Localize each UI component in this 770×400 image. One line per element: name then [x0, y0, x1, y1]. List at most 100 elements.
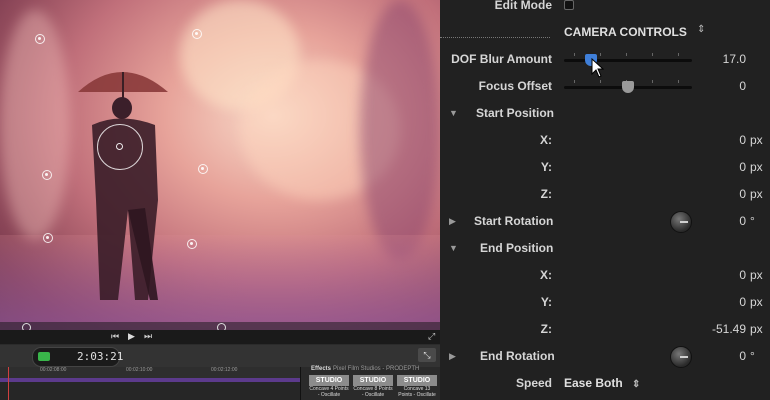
start-x-unit: px [750, 133, 763, 147]
play-icon[interactable]: ▶ [128, 331, 135, 342]
go-to-end-icon[interactable]: ⏭ [144, 331, 152, 342]
focus-offset-row: Focus Offset 0 [440, 77, 770, 97]
effect-thumbnail[interactable]: STUDIO Concave 13 Points - Oscillate [397, 375, 437, 400]
effects-breadcrumb: Pixel Film Studios - PRODEPTH [333, 366, 420, 372]
start-rotation-unit: ° [750, 214, 755, 228]
timecode-indicator-icon [38, 352, 50, 361]
playback-bar [0, 330, 440, 344]
camera-path-handle[interactable] [198, 164, 208, 174]
start-rotation-row: ▶ Start Rotation 0 ° [440, 211, 770, 233]
go-to-start-icon[interactable]: ⏮ [111, 331, 119, 342]
slider-knob[interactable] [622, 81, 634, 93]
dof-blur-label: DOF Blur Amount [451, 52, 552, 66]
start-x-value[interactable]: 0 [739, 133, 746, 147]
start-rotation-value[interactable]: 0 [739, 214, 746, 228]
disclosure-closed-icon[interactable]: ▶ [449, 351, 456, 362]
start-z-value[interactable]: 0 [739, 187, 746, 201]
camera-path-handle[interactable] [43, 233, 53, 243]
disclosure-closed-icon[interactable]: ▶ [449, 216, 456, 227]
end-y-label: Y: [540, 295, 552, 309]
effects-tab[interactable]: Effects [311, 366, 331, 372]
start-position-row[interactable]: ▼ Start Position [440, 104, 770, 124]
end-z-unit: px [750, 322, 763, 336]
effects-browser: Effects Pixel Film Studios - PRODEPTH ST… [300, 366, 441, 400]
start-y-label: Y: [540, 160, 552, 174]
end-x-row: X: 0 px [440, 266, 770, 286]
end-rotation-value[interactable]: 0 [739, 349, 746, 363]
video-viewer[interactable] [0, 0, 440, 330]
timecode-display[interactable]: 2:03:21 [32, 347, 124, 367]
end-z-row: Z: -51.49 px [440, 320, 770, 340]
focus-offset-slider[interactable] [564, 80, 692, 93]
end-y-row: Y: 0 px [440, 293, 770, 313]
rotate-handle-icon[interactable] [217, 323, 226, 330]
couple-with-umbrella-image [78, 72, 168, 300]
inspector-panel: Edit Mode CAMERA CONTROLS ⇕ DOF Blur Amo… [440, 0, 770, 400]
timeline-area: ⏮ ▶ ⏭ ⤢ 2:03:21 ⤡ 00:02:08:00 00:02:10:0… [0, 330, 441, 400]
popup-arrows-icon: ⇕ [632, 379, 641, 390]
ruler-label: 00:02:08:00 [40, 367, 67, 373]
timeline-ruler[interactable]: 00:02:08:00 00:02:10:00 00:02:12:00 [0, 367, 300, 400]
popup-arrows-icon: ⇕ [697, 24, 706, 35]
camera-path-handle[interactable] [42, 170, 52, 180]
effect-thumbnail[interactable]: STUDIO Concave 4 Points - Oscillate [309, 375, 349, 400]
end-y-unit: px [750, 295, 763, 309]
focus-offset-value[interactable]: 0 [739, 79, 746, 93]
end-z-value[interactable]: -51.49 [712, 322, 746, 336]
end-x-unit: px [750, 268, 763, 282]
start-z-label: Z: [540, 187, 552, 201]
edit-mode-row: Edit Mode [440, 0, 770, 16]
start-y-value[interactable]: 0 [739, 160, 746, 174]
end-rotation-unit: ° [750, 349, 755, 363]
fullscreen-icon[interactable]: ⤢ [428, 331, 435, 342]
disclosure-open-icon[interactable]: ▼ [449, 243, 458, 253]
effect-name: Concave 4 Points - Oscillate [309, 386, 349, 398]
mouse-cursor-icon [591, 58, 605, 78]
rotate-handle-icon[interactable] [22, 323, 31, 330]
timeline-clip[interactable] [0, 378, 300, 382]
effect-name: Concave 13 Points - Oscillate [398, 386, 436, 398]
dof-blur-row: DOF Blur Amount 17.0 [440, 50, 770, 78]
tools-menu-button[interactable]: ⤡ [418, 348, 436, 362]
section-title: CAMERA CONTROLS [564, 25, 687, 39]
end-y-value[interactable]: 0 [739, 295, 746, 309]
edit-mode-checkbox[interactable] [564, 0, 574, 10]
focus-point-handle[interactable] [97, 124, 143, 170]
effect-thumbnail-image: STUDIO [353, 375, 393, 386]
speed-row: Speed Ease Both ⇕ [440, 374, 770, 394]
end-rotation-dial[interactable] [670, 346, 692, 368]
camera-path-handle[interactable] [192, 29, 202, 39]
start-position-label: Start Position [476, 106, 555, 120]
effect-thumbnail[interactable]: STUDIO Concave 8 Points - Oscillate [353, 375, 393, 400]
timecode-value: 2:03:21 [77, 350, 124, 363]
start-y-unit: px [750, 160, 763, 174]
end-x-label: X: [540, 268, 552, 282]
focus-offset-label: Focus Offset [478, 79, 552, 93]
speed-popup[interactable]: Ease Both ⇕ [564, 376, 640, 390]
effect-thumbnail-image: STUDIO [397, 375, 437, 386]
end-position-row[interactable]: ▼ End Position [440, 239, 770, 259]
start-x-label: X: [540, 133, 552, 147]
end-rotation-row: ▶ End Rotation 0 ° [440, 346, 770, 368]
camera-path-handle[interactable] [35, 34, 45, 44]
start-x-row: X: 0 px [440, 131, 770, 151]
disclosure-open-icon[interactable]: ▼ [449, 108, 458, 118]
dof-blur-value[interactable]: 17.0 [723, 52, 746, 66]
camera-controls-popup[interactable]: CAMERA CONTROLS ⇕ [440, 23, 770, 43]
start-z-row: Z: 0 px [440, 185, 770, 205]
end-x-value[interactable]: 0 [739, 268, 746, 282]
end-rotation-label: End Rotation [480, 349, 555, 363]
camera-path-handle[interactable] [187, 239, 197, 249]
effect-thumbnail-image: STUDIO [309, 375, 349, 386]
dof-blur-slider[interactable] [564, 53, 692, 66]
playhead[interactable] [8, 367, 9, 400]
start-rotation-label: Start Rotation [474, 214, 554, 228]
start-rotation-dial[interactable] [670, 211, 692, 233]
edit-mode-label: Edit Mode [494, 0, 552, 12]
start-z-unit: px [750, 187, 763, 201]
speed-label: Speed [515, 376, 552, 390]
end-position-label: End Position [480, 241, 554, 255]
start-y-row: Y: 0 px [440, 158, 770, 178]
end-z-label: Z: [540, 322, 552, 336]
speed-value: Ease Both [564, 376, 623, 390]
